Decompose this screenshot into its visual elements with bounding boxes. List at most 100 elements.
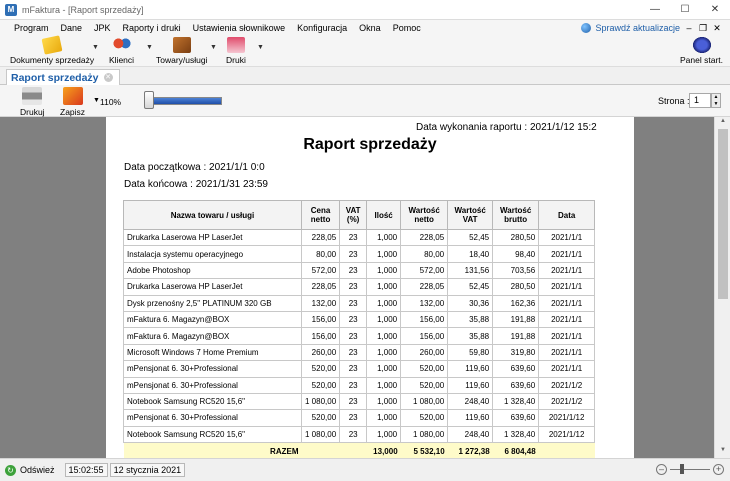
clients-button[interactable]: Klienci <box>109 37 134 66</box>
column-header-text: netto <box>310 215 331 224</box>
window-title: mFaktura - [Raport sprzedaży] <box>22 4 144 15</box>
column-header-text: Cena <box>310 206 331 215</box>
table-cell: Adobe Photoshop <box>123 261 302 280</box>
table-row: Dysk przenośny 2,5" PLATINUM 320 GB 132,0… <box>123 294 596 312</box>
table-cell: 572,00 <box>400 261 449 280</box>
panel-start-button[interactable]: Panel start. <box>680 37 723 66</box>
report-toolbar: Drukuj Zapisz ▼ 110% Strona : 1 ▲ ▼ <box>0 85 730 117</box>
table-cell: 520,00 <box>300 376 341 394</box>
status-zoom-handle[interactable] <box>680 464 684 474</box>
main-toolbar: Dokumenty sprzedaży ▼ Klienci ▼ Towary/u… <box>0 35 730 67</box>
prints-button[interactable]: Druki <box>226 37 246 66</box>
table-cell: 1,000 <box>366 343 402 362</box>
menu-jpk[interactable]: JPK <box>88 23 117 33</box>
table-cell: 23 <box>339 278 368 296</box>
mdi-minimize-icon[interactable]: – <box>682 23 696 33</box>
mdi-restore-icon[interactable]: ❐ <box>696 23 710 34</box>
column-header: Wartość netto <box>400 200 449 230</box>
table-cell: 520,00 <box>300 360 341 378</box>
menu-raporty[interactable]: Raporty i druki <box>117 23 187 33</box>
page-number-input[interactable]: 1 <box>689 93 711 108</box>
menu-pomoc[interactable]: Pomoc <box>387 23 427 33</box>
table-cell: 639,60 <box>492 360 540 378</box>
documents-dropdown-icon[interactable]: ▼ <box>92 44 99 51</box>
scrollbar-thumb[interactable] <box>718 129 728 299</box>
close-icon[interactable]: ✕ <box>700 0 730 20</box>
table-row: Drukarka Laserowa HP LaserJet 228,05 23 1,0… <box>123 228 596 247</box>
mdi-close-icon[interactable]: ✕ <box>710 23 724 34</box>
status-zoom-track[interactable] <box>670 464 710 474</box>
tab-raport-sprzedazy[interactable]: Raport sprzedaży ✕ <box>6 69 120 85</box>
save-label: Zapisz <box>60 107 86 117</box>
table-row: mPensjonat 6. 30+Professional 520,00 23 1,0… <box>123 409 596 427</box>
end-date: Data końcowa : 2021/1/31 23:59 <box>124 179 268 190</box>
table-cell: Instalacja systemu operacyjnego <box>123 245 302 263</box>
column-header-text: Data <box>557 210 576 220</box>
minimize-icon[interactable]: — <box>640 0 670 20</box>
table-cell: mFaktura 6. Magazyn@BOX <box>123 310 302 329</box>
document-tabs: Raport sprzedaży ✕ <box>0 67 730 85</box>
table-cell: 1,000 <box>366 228 402 247</box>
menu-okna[interactable]: Okna <box>353 23 387 33</box>
table-cell: 703,56 <box>492 261 540 280</box>
table-cell: 1,000 <box>366 261 402 280</box>
table-cell: 1,000 <box>366 392 402 411</box>
documents-button[interactable]: Dokumenty sprzedaży <box>10 35 94 66</box>
page-label: Strona : <box>658 96 690 106</box>
status-time: 15:02:55 <box>64 463 108 477</box>
table-cell: 156,00 <box>400 327 449 345</box>
clients-dropdown-icon[interactable]: ▼ <box>146 44 153 51</box>
maximize-icon[interactable]: ☐ <box>670 0 700 20</box>
refresh-label[interactable]: Odśwież <box>20 465 55 475</box>
prints-dropdown-icon[interactable]: ▼ <box>257 44 264 51</box>
tab-label: Raport sprzedaży <box>11 71 99 84</box>
table-cell: 156,00 <box>300 310 341 329</box>
column-header-text: VAT <box>462 215 478 224</box>
menu-program[interactable]: Program <box>0 23 55 33</box>
prints-icon <box>226 37 245 53</box>
table-header-row: Nazwa towaru / usługi Cena netto VAT (%) Iloś… <box>123 200 596 230</box>
zoom-slider-track[interactable] <box>148 97 222 105</box>
mdi-controls: – ❐ ✕ <box>682 20 724 36</box>
report-title: Raport sprzedaży <box>303 136 437 153</box>
vertical-scrollbar[interactable]: ▲ ▼ <box>714 117 730 458</box>
table-row: Microsoft Windows 7 Home Premium 260,00 23… <box>123 343 596 362</box>
table-cell: 23 <box>339 310 368 329</box>
report-page: Data wykonania raportu : 2021/1/12 15:2 … <box>106 117 634 458</box>
summary-net: 5 532,10 <box>400 442 448 458</box>
table-cell: 2021/1/1 <box>538 245 596 263</box>
table-cell: 248,40 <box>447 425 494 444</box>
zoom-dropdown-icon[interactable]: ▼ <box>93 97 100 104</box>
printer-icon <box>22 87 43 105</box>
update-link[interactable]: Sprawdź aktualizacje <box>581 20 680 36</box>
save-button[interactable]: Zapisz <box>60 87 85 117</box>
zoom-out-icon[interactable]: – <box>656 464 667 475</box>
table-row: Instalacja systemu operacyjnego 80,00 23 1,… <box>123 245 596 263</box>
scroll-down-icon[interactable]: ▼ <box>715 447 730 457</box>
table-cell: 23 <box>339 360 368 378</box>
table-cell: 59,80 <box>447 343 494 362</box>
table-cell: 1,000 <box>366 294 402 312</box>
goods-button[interactable]: Towary/usługi <box>156 37 208 66</box>
panel-start-icon <box>692 37 711 53</box>
menu-konfiguracja[interactable]: Konfiguracja <box>291 23 353 33</box>
table-cell: 23 <box>339 327 368 345</box>
print-button[interactable]: Drukuj <box>20 87 45 117</box>
table-cell: 156,00 <box>300 327 341 345</box>
zoom-slider-handle[interactable] <box>144 91 154 109</box>
table-cell: 35,88 <box>447 310 494 329</box>
menu-ustawienia[interactable]: Ustawienia słownikowe <box>187 23 292 33</box>
table-cell: 1,000 <box>366 278 402 296</box>
menu-dane[interactable]: Dane <box>55 23 89 33</box>
page-spinner[interactable]: ▲ ▼ <box>711 93 721 108</box>
goods-dropdown-icon[interactable]: ▼ <box>210 44 217 51</box>
zoom-in-icon[interactable]: + <box>713 464 724 475</box>
table-row: mFaktura 6. Magazyn@BOX 156,00 23 1,000 156,… <box>123 310 596 329</box>
tab-close-icon[interactable]: ✕ <box>103 73 113 82</box>
table-cell: 260,00 <box>400 343 449 362</box>
documents-icon <box>41 35 63 55</box>
scroll-up-icon[interactable]: ▲ <box>715 118 730 128</box>
table-cell: 1,000 <box>366 360 402 378</box>
column-header: Nazwa towaru / usługi <box>123 200 302 230</box>
refresh-icon[interactable]: ↻ <box>5 464 16 476</box>
